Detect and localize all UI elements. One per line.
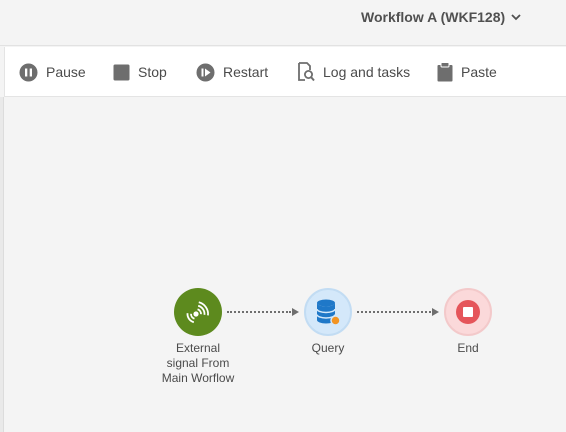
end-node[interactable] <box>444 288 492 336</box>
stop-icon <box>113 64 130 80</box>
database-icon <box>316 299 341 326</box>
toolbar: Pause Stop Restart Log and tasks Paste <box>4 47 566 97</box>
end-label: End <box>457 341 479 355</box>
stop-button[interactable]: Stop <box>113 60 167 84</box>
clipboard-icon <box>437 62 453 82</box>
signal-icon <box>186 301 209 324</box>
paste-button[interactable]: Paste <box>437 60 497 84</box>
stop-label: Stop <box>138 64 167 80</box>
restart-button[interactable]: Restart <box>196 60 268 84</box>
external-signal-label: External signal From Main Worflow <box>161 341 235 385</box>
restart-icon <box>196 63 215 81</box>
query-node[interactable] <box>304 288 352 336</box>
log-and-tasks-label: Log and tasks <box>323 64 411 80</box>
top-bar: Workflow A (WKF128) <box>0 0 566 46</box>
pause-label: Pause <box>46 64 86 80</box>
workflow-canvas[interactable]: External signal From Main Worflow Query … <box>4 97 566 432</box>
chevron-down-icon <box>511 13 521 20</box>
arrowhead-icon <box>292 308 299 316</box>
log-and-tasks-button[interactable]: Log and tasks <box>297 60 410 84</box>
external-signal-node[interactable] <box>174 288 222 336</box>
query-label: Query <box>311 341 345 355</box>
arrowhead-icon <box>432 308 439 316</box>
pause-button[interactable]: Pause <box>19 60 86 84</box>
restart-label: Restart <box>223 64 269 80</box>
connector-line <box>357 311 431 313</box>
workflow-title-dropdown[interactable]: Workflow A (WKF128) <box>361 9 521 25</box>
log-search-icon <box>298 62 315 82</box>
pause-icon <box>19 63 38 81</box>
connector-line <box>227 311 291 313</box>
workflow-title: Workflow A (WKF128) <box>361 9 506 25</box>
paste-label: Paste <box>461 64 497 80</box>
stop-icon <box>456 300 480 324</box>
